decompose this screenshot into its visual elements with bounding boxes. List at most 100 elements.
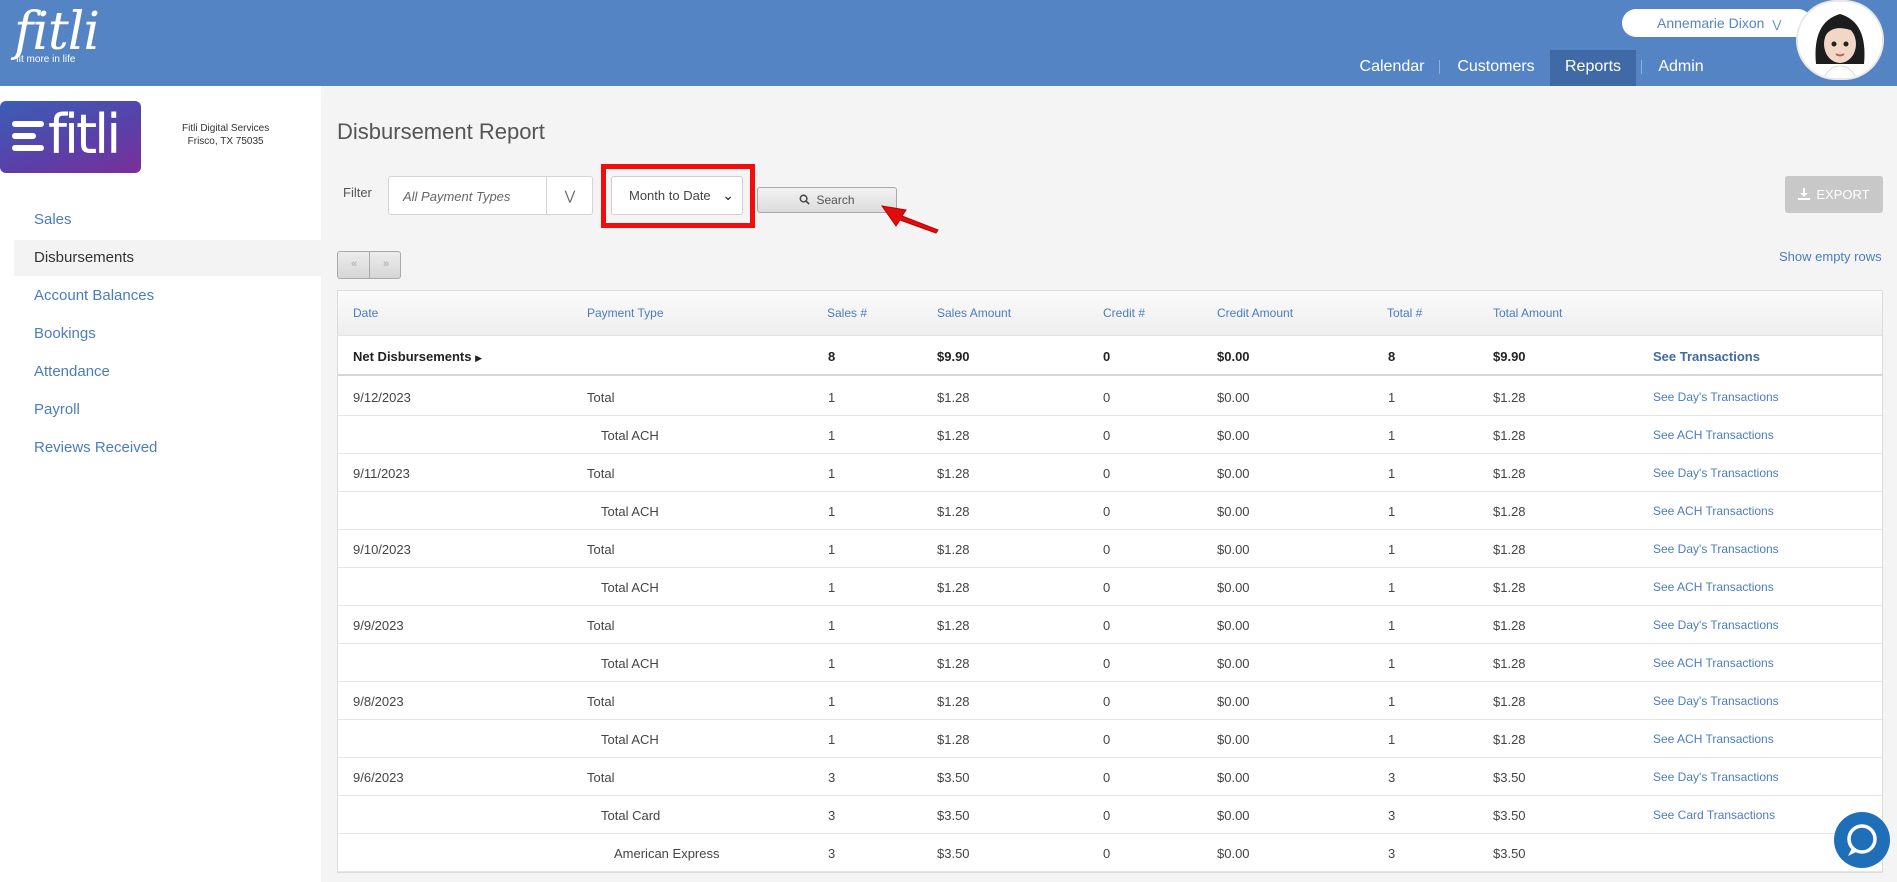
- row-total-count: 3: [1388, 770, 1396, 785]
- row-credit-count: 0: [1103, 428, 1111, 443]
- row-payment-type: Total ACH: [601, 656, 659, 671]
- row-transactions-link[interactable]: See ACH Transactions: [1653, 656, 1774, 670]
- row-transactions-link[interactable]: See Day's Transactions: [1653, 618, 1779, 632]
- avatar[interactable]: [1796, 0, 1884, 80]
- row-sales-count: 1: [828, 694, 836, 709]
- row-credit-amount: $0.00: [1217, 580, 1250, 595]
- row-date: 9/10/2023: [353, 542, 411, 557]
- column-header-date[interactable]: Date: [353, 306, 378, 320]
- row-date: 9/8/2023: [353, 694, 404, 709]
- search-icon: [800, 194, 811, 205]
- payment-type-select[interactable]: All Payment Types ⋁: [388, 176, 593, 215]
- row-sales-amount: $1.28: [937, 390, 970, 405]
- date-range-select[interactable]: Month to Date ⌄: [611, 176, 743, 215]
- row-payment-type: Total ACH: [601, 580, 659, 595]
- row-total-amount: $1.28: [1493, 428, 1526, 443]
- row-credit-amount: $0.00: [1217, 504, 1250, 519]
- row-transactions-link[interactable]: See ACH Transactions: [1653, 504, 1774, 518]
- user-name: Annemarie Dixon: [1657, 15, 1765, 31]
- row-transactions-link[interactable]: See ACH Transactions: [1653, 428, 1774, 442]
- nav-calendar[interactable]: Calendar: [1356, 50, 1428, 86]
- next-period-button[interactable]: »: [370, 258, 402, 270]
- table-row: Total ACH 1 $1.28 0 $0.00 1 $1.28 See ACH Trans…: [338, 720, 1882, 758]
- row-transactions-link[interactable]: See Day's Transactions: [1653, 694, 1779, 708]
- column-header-sales-count[interactable]: Sales #: [827, 306, 867, 320]
- sidebar-item-payroll[interactable]: Payroll: [14, 392, 321, 428]
- row-credit-count: 0: [1103, 466, 1111, 481]
- chat-button[interactable]: [1834, 812, 1890, 868]
- row-sales-count: 3: [828, 846, 836, 861]
- previous-period-button[interactable]: «: [338, 258, 370, 270]
- chevron-down-icon: ⌄: [722, 187, 734, 203]
- row-transactions-link[interactable]: See Day's Transactions: [1653, 770, 1779, 784]
- row-total-amount: $3.50: [1493, 808, 1526, 823]
- row-total-amount: $3.50: [1493, 770, 1526, 785]
- date-pager: « »: [337, 251, 401, 279]
- column-header-credit-count[interactable]: Credit #: [1103, 306, 1145, 320]
- nav-separator: [1439, 60, 1440, 74]
- search-button[interactable]: Search: [757, 187, 897, 213]
- see-transactions-link[interactable]: See Transactions: [1653, 349, 1760, 364]
- row-transactions-link[interactable]: See Day's Transactions: [1653, 466, 1779, 480]
- row-payment-type: Total: [587, 618, 615, 633]
- row-credit-count: 0: [1103, 504, 1111, 519]
- row-sales-count: 1: [828, 656, 836, 671]
- avatar-face-icon: [1815, 14, 1865, 78]
- column-header-sales-amount[interactable]: Sales Amount: [937, 306, 1011, 320]
- logo-wordmark: fitli: [14, 2, 100, 62]
- double-chevron-down-icon[interactable]: ⋁: [546, 177, 593, 214]
- row-transactions-link[interactable]: See Day's Transactions: [1653, 542, 1779, 556]
- row-credit-count: 0: [1103, 580, 1111, 595]
- net-total-amount: $9.90: [1493, 349, 1526, 364]
- sidebar-item-account-balances[interactable]: Account Balances: [14, 278, 321, 314]
- row-sales-count: 3: [828, 808, 836, 823]
- row-sales-amount: $3.50: [937, 846, 970, 861]
- top-bar: fitli fit more in life Annemarie Dixon ⋁ …: [0, 0, 1897, 86]
- row-total-amount: $1.28: [1493, 542, 1526, 557]
- row-credit-amount: $0.00: [1217, 618, 1250, 633]
- table-row: 9/9/2023 Total 1 $1.28 0 $0.00 1 $1.28 See Day's…: [338, 606, 1882, 644]
- sidebar-item-sales[interactable]: Sales: [14, 202, 321, 238]
- page-title: Disbursement Report: [337, 119, 545, 144]
- row-total-amount: $1.28: [1493, 732, 1526, 747]
- row-payment-type: Total Card: [601, 808, 661, 823]
- sidebar-item-bookings[interactable]: Bookings: [14, 316, 321, 352]
- column-header-total-amount[interactable]: Total Amount: [1493, 306, 1562, 320]
- row-credit-count: 0: [1103, 618, 1111, 633]
- nav-customers[interactable]: Customers: [1453, 50, 1539, 86]
- sidebar-item-disbursements[interactable]: Disbursements: [14, 240, 321, 276]
- table-row: Total ACH 1 $1.28 0 $0.00 1 $1.28 See ACH Trans…: [338, 568, 1882, 606]
- row-payment-type: Total: [587, 390, 615, 405]
- net-disbursements-toggle[interactable]: Net Disbursements ▶: [353, 349, 482, 364]
- row-total-count: 1: [1388, 390, 1396, 405]
- row-credit-amount: $0.00: [1217, 656, 1250, 671]
- sidebar-item-reviews-received[interactable]: Reviews Received: [14, 430, 321, 466]
- net-total-count: 8: [1388, 349, 1396, 364]
- row-transactions-link[interactable]: See ACH Transactions: [1653, 580, 1774, 594]
- row-sales-amount: $1.28: [937, 504, 970, 519]
- fitli-logo[interactable]: fitli fit more in life: [14, 2, 100, 65]
- row-payment-type: Total ACH: [601, 428, 659, 443]
- row-transactions-link[interactable]: See ACH Transactions: [1653, 732, 1774, 746]
- business-logo-wordmark: fitli: [48, 103, 121, 166]
- row-credit-amount: $0.00: [1217, 466, 1250, 481]
- export-button[interactable]: EXPORT: [1785, 176, 1883, 213]
- row-sales-amount: $1.28: [937, 580, 970, 595]
- row-sales-count: 1: [828, 580, 836, 595]
- net-credit-amount: $0.00: [1217, 349, 1250, 364]
- row-transactions-link[interactable]: See Card Transactions: [1653, 808, 1775, 822]
- row-sales-count: 1: [828, 504, 836, 519]
- column-header-payment-type[interactable]: Payment Type: [587, 306, 664, 320]
- sidebar-item-attendance[interactable]: Attendance: [14, 354, 321, 390]
- nav-admin[interactable]: Admin: [1652, 50, 1710, 86]
- row-sales-count: 1: [828, 732, 836, 747]
- row-transactions-link[interactable]: See Day's Transactions: [1653, 390, 1779, 404]
- row-total-count: 1: [1388, 694, 1396, 709]
- row-sales-amount: $1.28: [937, 542, 970, 557]
- chevron-down-icon: ⋁: [1772, 19, 1782, 31]
- column-header-credit-amount[interactable]: Credit Amount: [1217, 306, 1293, 320]
- nav-reports[interactable]: Reports: [1550, 50, 1636, 86]
- show-empty-rows-link[interactable]: Show empty rows: [1779, 249, 1882, 264]
- column-header-total-count[interactable]: Total #: [1387, 306, 1422, 320]
- user-menu[interactable]: Annemarie Dixon ⋁: [1622, 9, 1812, 37]
